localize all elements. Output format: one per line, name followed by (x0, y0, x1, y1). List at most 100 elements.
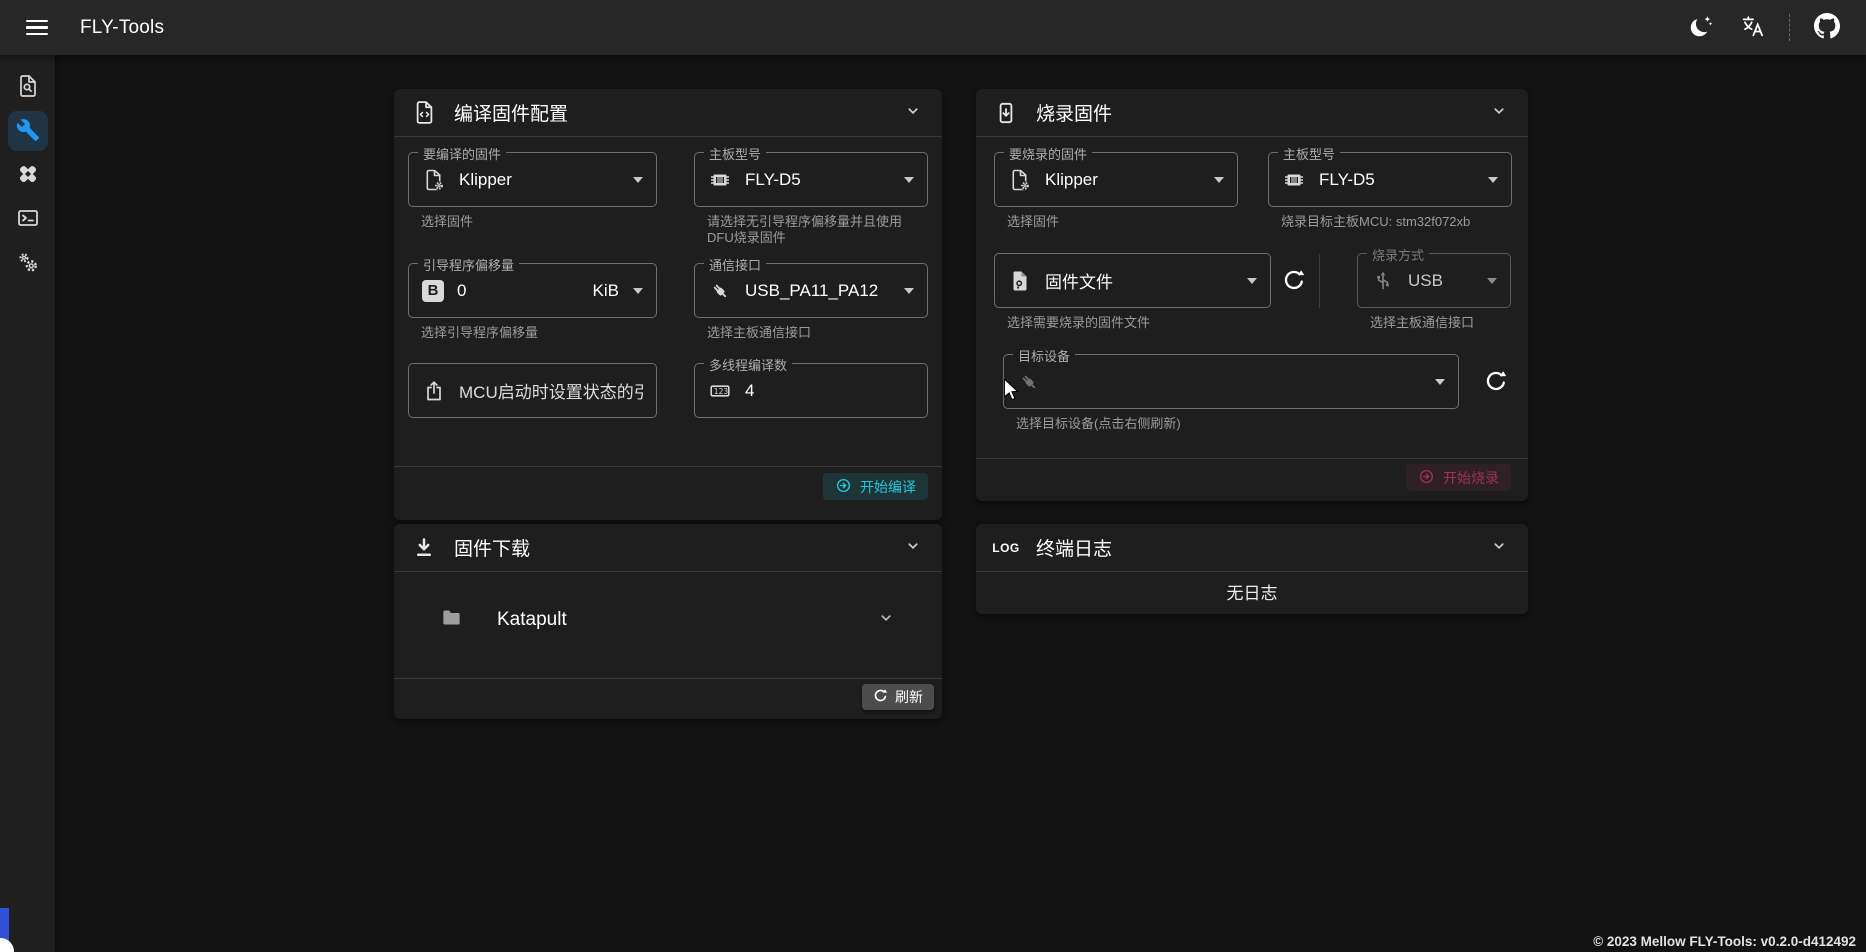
flash-card-header: 烧录固件 (976, 89, 1528, 137)
compile-interface-group: 通信接口 USB_PA11_PA12 (694, 263, 928, 341)
compile-status-pin-group: MCU启动时设置状态的引脚 (408, 363, 657, 418)
menu-button[interactable] (18, 11, 56, 45)
file-code-icon (410, 100, 438, 125)
footer-version-text: © 2023 Mellow FLY-Tools: v0.2.0-d412492 (1593, 934, 1856, 949)
helper-text: 选择主板通信接口 (707, 325, 928, 341)
dark-mode-icon (1688, 14, 1713, 42)
helper-text: 请选择无引导程序偏移量并且使用DFU烧录固件 (707, 214, 928, 246)
log-icon: LOG (992, 541, 1020, 555)
download-card-collapse-button[interactable] (900, 533, 926, 562)
app-bar: FLY-Tools (0, 0, 1866, 55)
compile-card: 编译固件配置 要编译的固件 (394, 89, 942, 520)
unit-suffix: KiB (593, 281, 619, 301)
flash-firmware-group: 要烧录的固件 Klipper (994, 152, 1238, 230)
chevron-down-icon (1487, 278, 1497, 284)
compile-offset-select[interactable]: 引导程序偏移量 B 0 KiB (408, 263, 657, 318)
chevron-down-icon (1247, 278, 1257, 284)
compile-threads-input[interactable]: 多线程编译数 123 4 (694, 363, 928, 418)
sidebar-item-firmware-search[interactable] (8, 67, 48, 107)
flash-method-select[interactable]: 烧录方式 USB (1357, 253, 1511, 308)
main-content: 编译固件配置 要编译的固件 (55, 55, 1866, 952)
flash-device-select[interactable]: 目标设备 (1003, 354, 1459, 409)
compile-card-collapse-button[interactable] (900, 98, 926, 127)
download-card-header: 固件下载 (394, 524, 942, 572)
arrow-right-circle-icon (1418, 468, 1435, 488)
start-flash-button[interactable]: 开始烧录 (1406, 464, 1511, 491)
download-card: 固件下载 Katapult (394, 524, 942, 719)
plug-icon (708, 279, 732, 303)
file-cog-icon (1008, 168, 1032, 192)
chevron-down-icon (1490, 537, 1508, 558)
log-card-header: LOG 终端日志 (976, 524, 1528, 572)
expand-katapult-button[interactable] (877, 609, 895, 630)
helper-text: 选择需要烧录的固件文件 (1007, 315, 1271, 331)
helper-text: 选择引导程序偏移量 (421, 325, 657, 341)
refresh-device-list-button[interactable] (1481, 367, 1511, 397)
terminal-icon (16, 206, 40, 233)
mouse-cursor (1001, 379, 1021, 406)
chevron-down-icon (904, 288, 914, 294)
log-card-title: 终端日志 (1036, 534, 1112, 561)
sidebar-item-terminal[interactable] (8, 199, 48, 239)
refresh-icon (873, 688, 888, 706)
helper-text: 选择主板通信接口 (1370, 315, 1511, 331)
translate-button[interactable] (1731, 7, 1773, 49)
flash-card-collapse-button[interactable] (1486, 98, 1512, 127)
dark-mode-button[interactable] (1679, 7, 1721, 49)
app-title: FLY-Tools (80, 17, 164, 39)
vertical-divider (1319, 254, 1320, 308)
chevron-down-icon (1435, 379, 1445, 385)
file-search-icon (16, 74, 40, 101)
chevron-down-icon (904, 102, 922, 123)
chevron-down-icon (1214, 177, 1224, 183)
compile-interface-select[interactable]: 通信接口 USB_PA11_PA12 (694, 263, 928, 318)
flash-file-group: 固件文件 选择需要烧录的固件文件 (994, 253, 1271, 331)
sidebar-item-settings[interactable] (8, 243, 48, 283)
helper-text: 选择目标设备(点击右侧刷新) (1016, 416, 1459, 432)
flash-board-group: 主板型号 FLY-D5 (1268, 152, 1512, 230)
compile-status-pin-input[interactable]: MCU启动时设置状态的引脚 (408, 363, 657, 418)
edge-indicator-blue (0, 908, 9, 941)
export-icon (422, 379, 446, 403)
topbar-divider (1789, 14, 1790, 41)
chevron-down-icon (877, 609, 895, 630)
board-download-icon (992, 101, 1020, 125)
download-item-katapult[interactable]: Katapult (408, 593, 928, 646)
log-card: LOG 终端日志 无日志 (976, 524, 1528, 614)
flash-file-select[interactable]: 固件文件 (994, 253, 1271, 308)
crossed-bandage-icon (16, 162, 40, 189)
refresh-download-list-button[interactable]: 刷新 (862, 684, 934, 710)
compile-board-select[interactable]: 主板型号 FLY-D5 (694, 152, 928, 207)
chip-icon (1282, 168, 1306, 192)
flash-firmware-select[interactable]: 要烧录的固件 Klipper (994, 152, 1238, 207)
chevron-down-icon (633, 288, 643, 294)
flash-method-group: 烧录方式 USB (1357, 253, 1511, 331)
log-card-collapse-button[interactable] (1486, 533, 1512, 562)
settings-icon (16, 250, 40, 277)
log-empty-text: 无日志 (976, 572, 1528, 614)
chevron-down-icon (904, 177, 914, 183)
refresh-file-list-button[interactable] (1279, 266, 1309, 296)
start-compile-button[interactable]: 开始编译 (823, 473, 928, 500)
sidebar-item-compile-tools[interactable] (8, 111, 48, 151)
refresh-icon (1484, 369, 1508, 396)
compile-firmware-select[interactable]: 要编译的固件 Klipper (408, 152, 657, 207)
compile-card-title: 编译固件配置 (454, 99, 568, 126)
arrow-right-circle-icon (835, 477, 852, 497)
flash-board-select[interactable]: 主板型号 FLY-D5 (1268, 152, 1512, 207)
flash-card-title: 烧录固件 (1036, 99, 1112, 126)
github-button[interactable] (1806, 7, 1848, 49)
alpha-b-box-icon: B (422, 280, 444, 302)
download-icon (410, 536, 438, 560)
flash-card: 烧录固件 要烧录的固件 (976, 89, 1528, 501)
counter-icon: 123 (708, 379, 732, 403)
helper-text: 烧录目标主板MCU: stm32f072xb (1281, 214, 1512, 230)
sidebar-item-flash[interactable] (8, 155, 48, 195)
folder-icon (440, 606, 463, 634)
sidebar (0, 55, 55, 952)
refresh-icon (1282, 268, 1306, 295)
compile-board-group: 主板型号 FLY-D5 (694, 152, 928, 246)
file-cog-icon (422, 168, 446, 192)
download-card-title: 固件下载 (454, 534, 530, 561)
github-icon (1814, 13, 1840, 42)
